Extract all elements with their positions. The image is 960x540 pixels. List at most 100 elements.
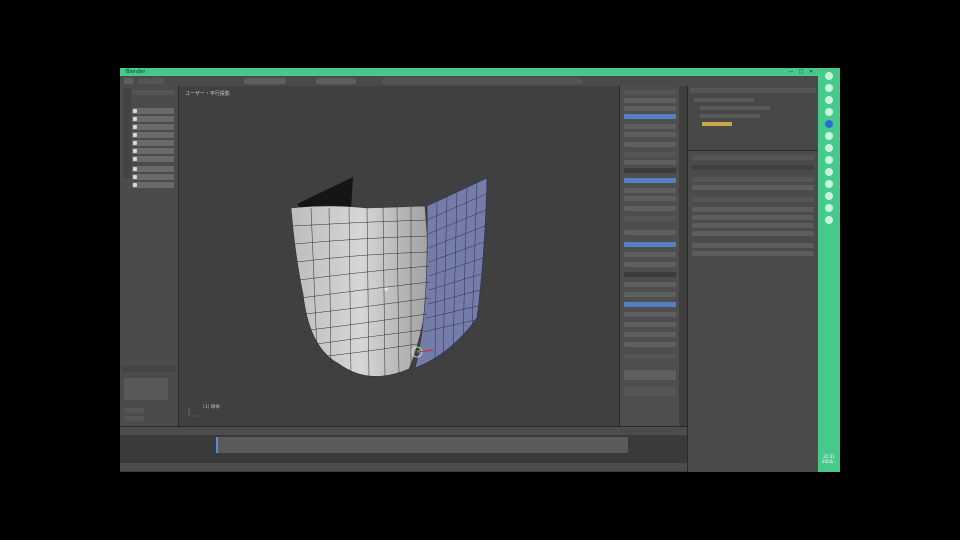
- panel-header[interactable]: [624, 152, 676, 157]
- property-field[interactable]: [624, 252, 676, 257]
- globe-icon[interactable]: [825, 120, 833, 128]
- property-field[interactable]: [624, 142, 676, 147]
- property-field[interactable]: [624, 132, 676, 137]
- properties-editor: [687, 150, 818, 472]
- tool-panel-header[interactable]: [132, 90, 174, 95]
- taskbar-clock: 22:31 2020/..: [821, 454, 837, 464]
- property-field[interactable]: [692, 223, 814, 228]
- tool-button[interactable]: [132, 108, 174, 114]
- property-field[interactable]: [624, 206, 676, 211]
- tool-button[interactable]: [132, 132, 174, 138]
- property-field[interactable]: [692, 185, 814, 190]
- window-title: Blender: [126, 69, 146, 75]
- operator-properties[interactable]: [124, 378, 168, 400]
- editor-type-menu[interactable]: [124, 78, 134, 84]
- outliner-panel: [687, 86, 818, 150]
- property-field[interactable]: [692, 243, 814, 248]
- tool-button[interactable]: [132, 116, 174, 122]
- property-field[interactable]: [624, 160, 676, 165]
- mesh-view[interactable]: [179, 86, 619, 426]
- screen-layout-selector[interactable]: [244, 78, 286, 84]
- tool-button[interactable]: [132, 166, 174, 172]
- property-field[interactable]: [624, 188, 676, 193]
- circle-icon[interactable]: [825, 72, 833, 80]
- timeline-header[interactable]: [120, 427, 687, 435]
- property-field[interactable]: [692, 207, 814, 212]
- active-toggle[interactable]: [624, 178, 676, 183]
- panel-header[interactable]: [692, 177, 814, 182]
- camera-icon[interactable]: [825, 204, 833, 212]
- render-engine-selector[interactable]: [382, 78, 582, 84]
- property-field[interactable]: [624, 98, 676, 103]
- context-path: [692, 165, 814, 170]
- operator-field[interactable]: [124, 416, 144, 421]
- property-field[interactable]: [624, 124, 676, 129]
- outliner-item[interactable]: [694, 98, 754, 102]
- panel-header[interactable]: [692, 197, 814, 202]
- maximize-button[interactable]: □: [798, 69, 804, 75]
- cloud-icon[interactable]: [825, 132, 833, 140]
- property-field[interactable]: [624, 292, 676, 297]
- tool-button[interactable]: [132, 140, 174, 146]
- outliner-item[interactable]: [700, 114, 760, 118]
- properties-tabs[interactable]: [692, 155, 814, 160]
- property-field[interactable]: [624, 106, 676, 111]
- settings-icon[interactable]: [825, 180, 833, 188]
- timeline-editor: [120, 426, 687, 472]
- property-field[interactable]: [624, 168, 676, 173]
- outliner-item[interactable]: [700, 106, 770, 110]
- gear-icon[interactable]: [825, 216, 833, 224]
- property-field[interactable]: [624, 322, 676, 327]
- outliner-item-active[interactable]: [702, 122, 732, 126]
- tool-button[interactable]: [132, 156, 174, 162]
- property-field[interactable]: [624, 332, 676, 337]
- region-divider: [679, 86, 687, 426]
- close-button[interactable]: ✕: [808, 69, 814, 75]
- panel-header[interactable]: [624, 216, 676, 221]
- property-field[interactable]: [624, 230, 676, 235]
- property-field[interactable]: [624, 342, 676, 347]
- monitor-icon[interactable]: [825, 192, 833, 200]
- menu-group[interactable]: [138, 78, 164, 84]
- tool-tabs[interactable]: [123, 88, 131, 178]
- minimize-button[interactable]: —: [788, 69, 794, 75]
- properties-region: [619, 86, 680, 426]
- tool-button[interactable]: [132, 174, 174, 180]
- tool-button[interactable]: [132, 148, 174, 154]
- property-field[interactable]: [624, 262, 676, 267]
- property-field[interactable]: [624, 312, 676, 317]
- refresh-icon[interactable]: [825, 84, 833, 92]
- property-field[interactable]: [692, 231, 814, 236]
- property-field[interactable]: [692, 251, 814, 256]
- scene-selector[interactable]: [316, 78, 356, 84]
- tool-shelf: [120, 86, 179, 426]
- property-field[interactable]: [624, 196, 676, 201]
- active-toggle[interactable]: [624, 302, 676, 307]
- property-field[interactable]: [624, 282, 676, 287]
- active-toggle[interactable]: [624, 242, 676, 247]
- operator-panel-header[interactable]: [122, 366, 176, 372]
- operator-field[interactable]: [124, 408, 144, 413]
- tool-button[interactable]: [132, 124, 174, 130]
- right-sidebar: 22:31 2020/..: [818, 68, 840, 472]
- current-frame-marker[interactable]: [216, 437, 218, 453]
- 3d-viewport[interactable]: ユーザー・平行投影 (1) 球体: [179, 86, 619, 426]
- network-icon[interactable]: [825, 96, 833, 104]
- property-field[interactable]: [692, 215, 814, 220]
- action-button[interactable]: [624, 370, 676, 380]
- image-icon[interactable]: [825, 156, 833, 164]
- property-field[interactable]: [624, 272, 676, 277]
- action-button[interactable]: [624, 386, 676, 396]
- folder-icon[interactable]: [825, 144, 833, 152]
- active-toggle[interactable]: [624, 114, 676, 119]
- object-info-label: (1) 球体: [203, 405, 220, 410]
- timeline-footer[interactable]: [120, 463, 687, 471]
- network-icon[interactable]: [825, 108, 833, 116]
- tool-button[interactable]: [132, 182, 174, 188]
- panel-header[interactable]: [624, 354, 676, 359]
- panel-header[interactable]: [624, 90, 676, 95]
- outliner-header[interactable]: [690, 88, 816, 93]
- timeline-track[interactable]: [216, 437, 628, 453]
- chat-icon[interactable]: [825, 168, 833, 176]
- object-origin: [384, 287, 388, 291]
